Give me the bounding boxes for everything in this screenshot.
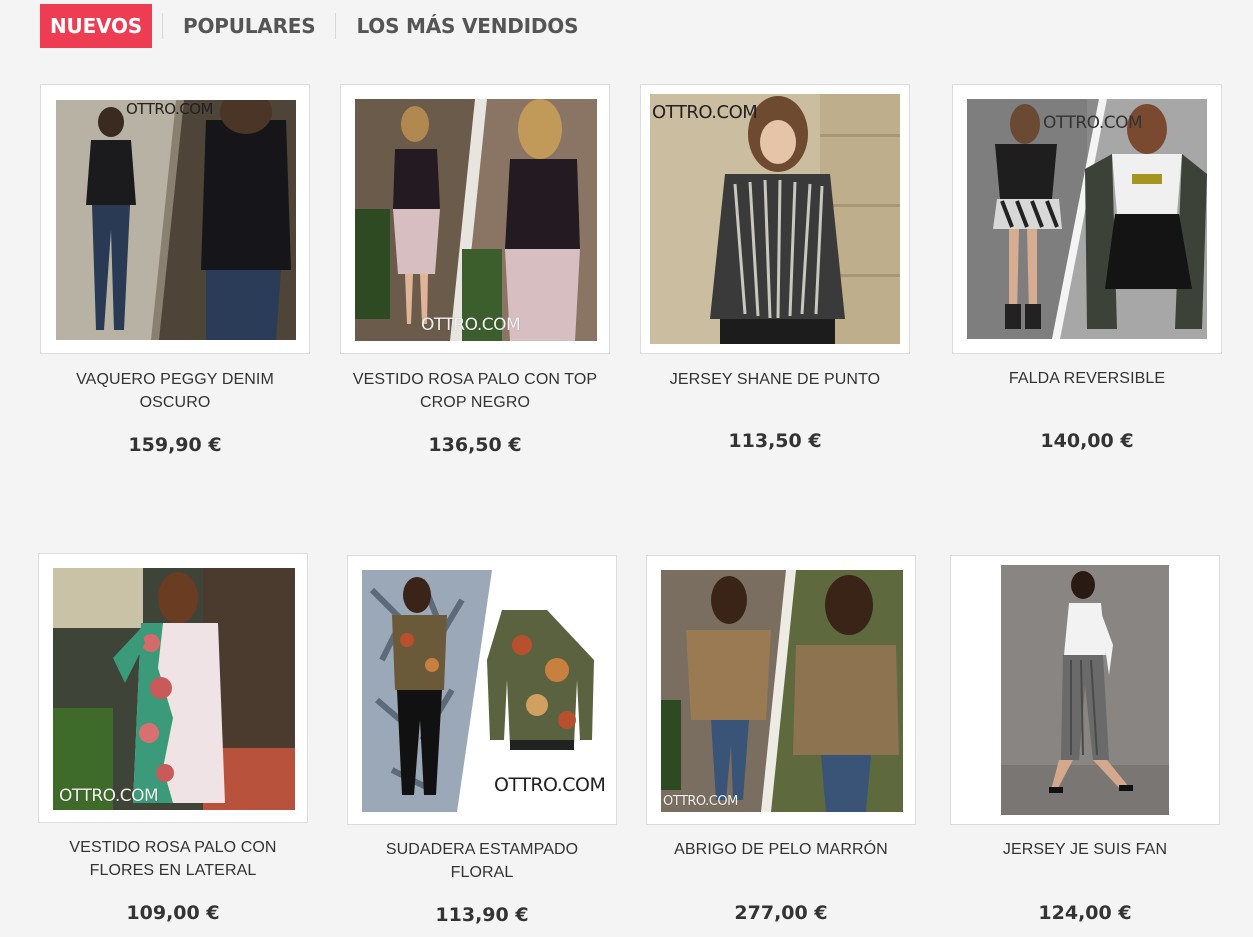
product-name[interactable]: VESTIDO ROSA PALO CON FLORES EN LATERAL xyxy=(48,836,298,882)
product-price: 124,00 € xyxy=(1038,902,1132,924)
brand-watermark: OTTRO.COM xyxy=(59,786,159,806)
product-price: 277,00 € xyxy=(734,902,828,924)
product-image-link[interactable]: OTTRO.COM xyxy=(952,84,1222,354)
product-image-link[interactable]: OTTRO.COM xyxy=(340,84,610,354)
product-image: OTTRO.COM xyxy=(967,99,1207,339)
product-image-link[interactable] xyxy=(950,555,1220,825)
product-image: OTTRO.COM xyxy=(355,99,597,341)
product-image: OTTRO.COM xyxy=(362,570,604,812)
product-image: OTTRO.COM xyxy=(650,94,900,344)
brand-watermark: OTTRO.COM xyxy=(663,794,738,809)
product-price: 113,50 € xyxy=(728,430,822,452)
product-image-link[interactable]: OTTRO.COM xyxy=(347,555,617,825)
product-image-link[interactable]: OTTRO.COM xyxy=(640,84,910,354)
product-name[interactable]: JERSEY SHANE DE PUNTO xyxy=(650,368,900,391)
product-name[interactable]: JERSEY JE SUIS FAN xyxy=(960,838,1210,861)
product-image-link[interactable]: OTTRO.COM xyxy=(646,555,916,825)
product-image-link[interactable]: OTTRO.COM xyxy=(38,553,308,823)
product-image xyxy=(1001,565,1169,815)
tab-populares[interactable]: POPULARES xyxy=(163,4,335,48)
product-price: 113,90 € xyxy=(435,904,529,926)
brand-watermark: OTTRO.COM xyxy=(126,100,213,118)
product-name[interactable]: VAQUERO PEGGY DENIM OSCURO xyxy=(50,368,300,414)
product-name[interactable]: FALDA REVERSIBLE xyxy=(962,367,1212,390)
brand-watermark: OTTRO.COM xyxy=(494,774,604,796)
product-image: OTTRO.COM xyxy=(53,568,295,810)
product-image: OTTRO.COM xyxy=(661,570,903,812)
product-name[interactable]: SUDADERA ESTAMPADO FLORAL xyxy=(357,838,607,884)
product-name[interactable]: VESTIDO ROSA PALO CON TOP CROP NEGRO xyxy=(350,368,600,414)
product-image: OTTRO.COM xyxy=(56,100,296,340)
product-tabs: NUEVOS POPULARES LOS MÁS VENDIDOS xyxy=(40,4,598,48)
brand-watermark: OTTRO.COM xyxy=(652,102,758,123)
brand-watermark: OTTRO.COM xyxy=(421,315,521,335)
product-price: 109,00 € xyxy=(126,902,220,924)
product-price: 159,90 € xyxy=(128,434,222,456)
tab-nuevos[interactable]: NUEVOS xyxy=(40,4,152,48)
product-price: 140,00 € xyxy=(1040,430,1134,452)
product-price: 136,50 € xyxy=(428,434,522,456)
tab-los-mas-vendidos[interactable]: LOS MÁS VENDIDOS xyxy=(336,4,598,48)
product-name[interactable]: ABRIGO DE PELO MARRÓN xyxy=(656,838,906,861)
product-image-link[interactable]: OTTRO.COM xyxy=(40,84,310,354)
brand-watermark: OTTRO.COM xyxy=(1043,113,1143,133)
